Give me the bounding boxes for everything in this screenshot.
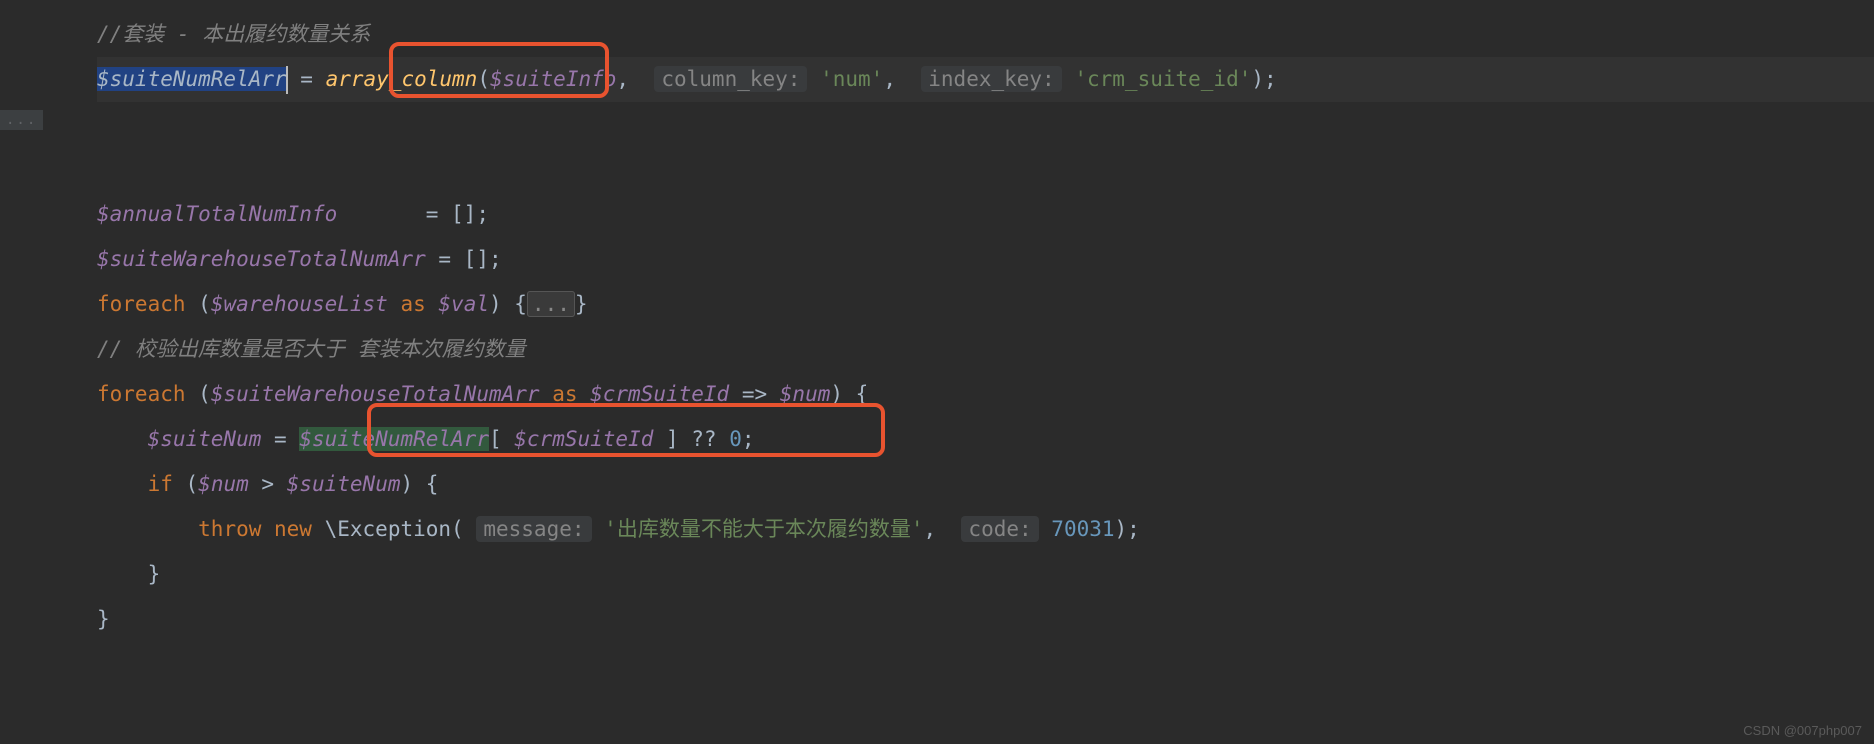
- string-literal: 'num': [820, 67, 883, 91]
- variable: $suiteWarehouseTotalNumArr: [211, 382, 540, 406]
- bracket: ]: [653, 427, 691, 451]
- variable: $suiteNum: [148, 427, 262, 451]
- keyword: foreach: [97, 382, 198, 406]
- bracket: []: [451, 202, 476, 226]
- indent: [97, 517, 198, 541]
- code-line: //套装 - 本出履约数量关系: [97, 12, 1874, 57]
- watermark: CSDN @007php007: [1743, 723, 1862, 738]
- operator: =: [288, 67, 326, 91]
- operator: >: [249, 472, 287, 496]
- indent: [97, 427, 148, 451]
- number-literal: 0: [729, 427, 742, 451]
- variable: $warehouseList: [211, 292, 388, 316]
- variable: $annualTotalNumInfo: [97, 202, 337, 226]
- indent: [97, 472, 148, 496]
- param-hint: code:: [961, 516, 1038, 542]
- operator: =: [261, 427, 299, 451]
- keyword: throw: [198, 517, 274, 541]
- variable: $num: [198, 472, 249, 496]
- class-name: Exception: [337, 517, 451, 541]
- variable: $suiteInfo: [490, 67, 616, 91]
- string-literal: '出库数量不能大于本次履约数量': [604, 517, 923, 541]
- paren: );: [1251, 67, 1276, 91]
- code-line: }: [97, 552, 1874, 597]
- code-line: $suiteNum = $suiteNumRelArr[ $crmSuiteId…: [97, 417, 1874, 462]
- string-literal: 'crm_suite_id': [1074, 67, 1251, 91]
- code-line: if ($num > $suiteNum) {: [97, 462, 1874, 507]
- variable: $crmSuiteId: [590, 382, 729, 406]
- bracket: []: [464, 247, 489, 271]
- paren: ) {: [400, 472, 438, 496]
- semicolon: ;: [742, 427, 755, 451]
- brace: }: [148, 562, 161, 586]
- backslash: \: [325, 517, 338, 541]
- code-line: $annualTotalNumInfo = [];: [97, 192, 1874, 237]
- keyword: as: [388, 292, 439, 316]
- code-line: }: [97, 597, 1874, 642]
- paren: (: [451, 517, 464, 541]
- variable: $suiteNum: [287, 472, 401, 496]
- keyword: as: [540, 382, 591, 406]
- code-line: $suiteWarehouseTotalNumArr = [];: [97, 237, 1874, 282]
- variable: $val: [438, 292, 489, 316]
- operator: =: [337, 202, 451, 226]
- comma: ,: [616, 67, 641, 91]
- code-editor[interactable]: //套装 - 本出履约数量关系 $suiteNumRelArr = array_…: [0, 0, 1874, 642]
- arrow: =>: [729, 382, 780, 406]
- param-hint: column_key:: [654, 66, 807, 92]
- code-line-highlighted: $suiteNumRelArr = array_column($suiteInf…: [97, 57, 1874, 102]
- param-hint: message:: [476, 516, 591, 542]
- paren: );: [1115, 517, 1140, 541]
- comma: ,: [923, 517, 948, 541]
- code-line: // 校验出库数量是否大于 套装本次履约数量: [97, 327, 1874, 372]
- code-line: throw new \Exception( message: '出库数量不能大于…: [97, 507, 1874, 552]
- keyword: new: [274, 517, 325, 541]
- comment-text: // 校验出库数量是否大于 套装本次履约数量: [97, 337, 526, 361]
- indent: [97, 562, 148, 586]
- variable: $crmSuiteId: [514, 427, 653, 451]
- blank-line: [97, 147, 1874, 192]
- variable: $suiteWarehouseTotalNumArr: [97, 247, 426, 271]
- paren: (: [186, 472, 199, 496]
- paren: (: [198, 292, 211, 316]
- paren: (: [477, 67, 490, 91]
- brace: }: [575, 292, 588, 316]
- function-name: array_column: [326, 67, 478, 91]
- folded-region[interactable]: ...: [527, 291, 575, 317]
- param-hint: index_key:: [921, 66, 1061, 92]
- keyword: if: [148, 472, 186, 496]
- operator: ??: [691, 427, 729, 451]
- paren: (: [198, 382, 211, 406]
- paren: ) {: [830, 382, 868, 406]
- keyword: foreach: [97, 292, 198, 316]
- comment-text: //套装 - 本出履约数量关系: [97, 22, 370, 46]
- code-line: foreach ($warehouseList as $val) {...}: [97, 282, 1874, 327]
- blank-line: [97, 102, 1874, 147]
- fold-indicator[interactable]: ...: [0, 110, 43, 130]
- bracket: [: [489, 427, 514, 451]
- variable-reference: $suiteNumRelArr: [299, 427, 489, 451]
- paren: ) {: [489, 292, 527, 316]
- brace: }: [97, 607, 110, 631]
- variable: $num: [780, 382, 831, 406]
- semicolon: ;: [476, 202, 489, 226]
- semicolon: ;: [489, 247, 502, 271]
- code-line: foreach ($suiteWarehouseTotalNumArr as $…: [97, 372, 1874, 417]
- number-literal: 70031: [1051, 517, 1114, 541]
- operator: =: [426, 247, 464, 271]
- variable-selected: $suiteNumRelArr: [97, 67, 287, 91]
- comma: ,: [883, 67, 908, 91]
